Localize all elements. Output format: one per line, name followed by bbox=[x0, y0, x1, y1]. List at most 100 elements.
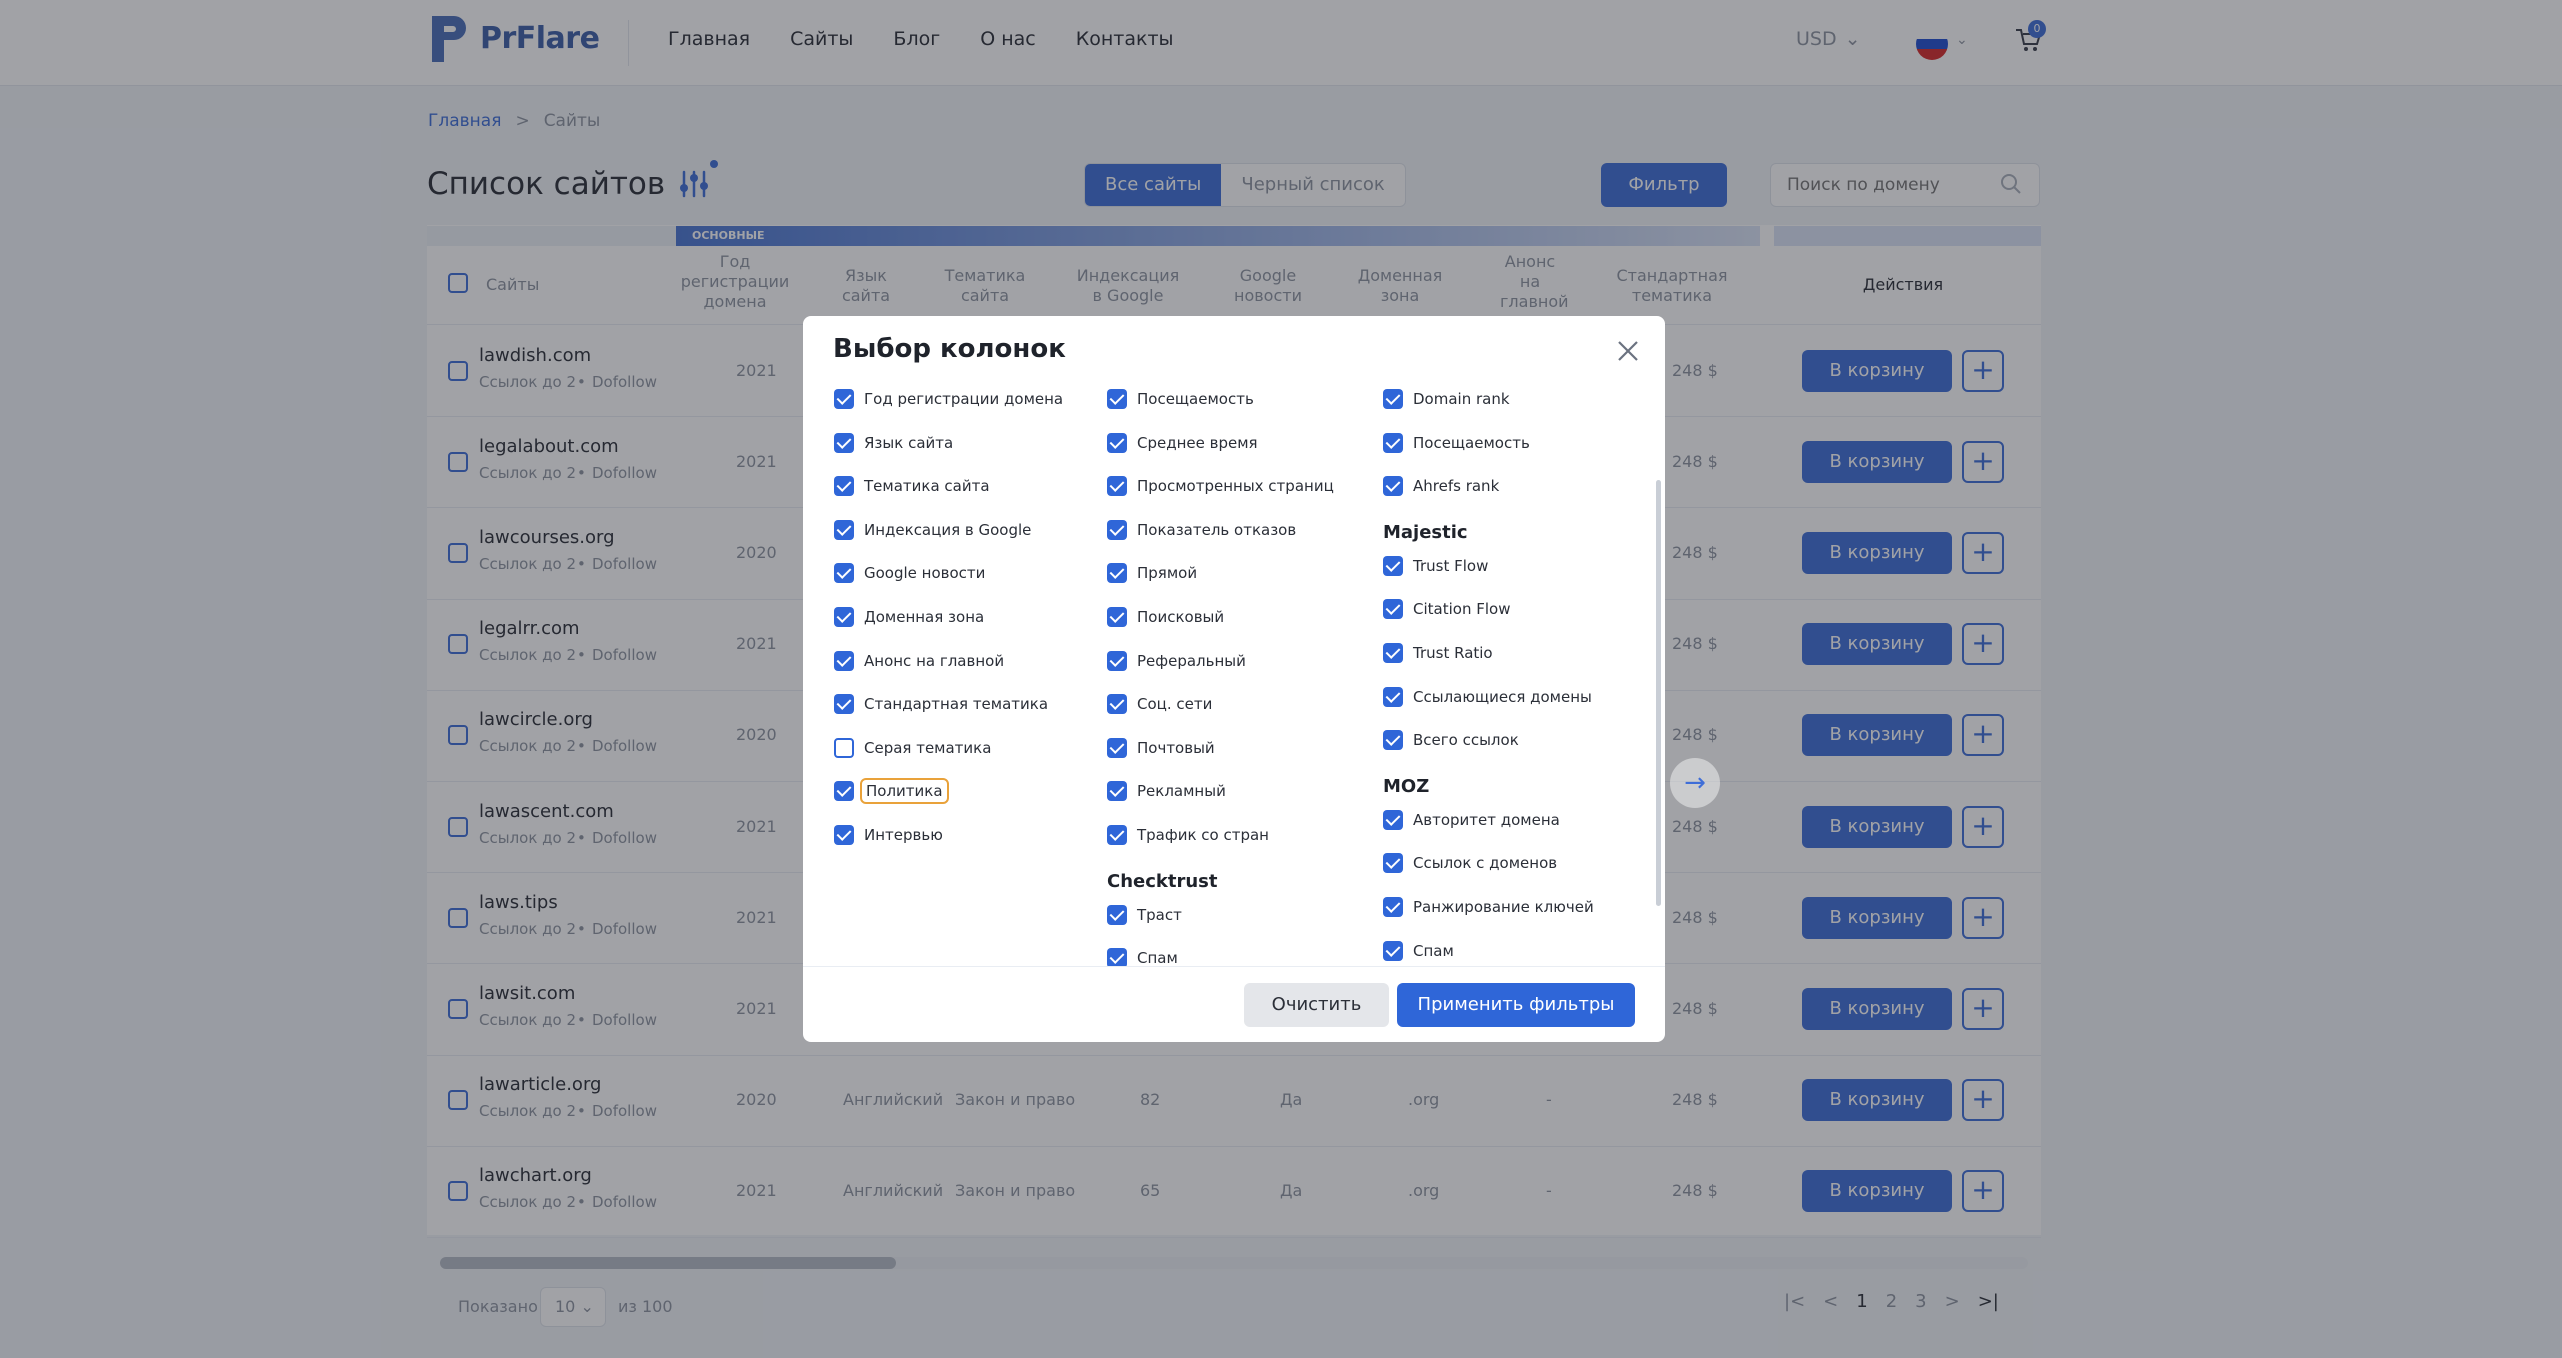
column-option[interactable]: Рекламный bbox=[1107, 781, 1226, 802]
column-option-label: Интервью bbox=[864, 826, 943, 844]
modal-scrollbar[interactable] bbox=[1656, 480, 1661, 906]
checkbox-checked[interactable] bbox=[1107, 825, 1127, 845]
checkbox-checked[interactable] bbox=[1383, 940, 1403, 961]
column-option[interactable]: Domain rank bbox=[1383, 389, 1510, 409]
scroll-right-arrow-icon[interactable]: → bbox=[1670, 758, 1720, 808]
column-option-label: Анонс на главной bbox=[864, 651, 1005, 670]
checkbox-checked[interactable] bbox=[1107, 519, 1127, 540]
column-option[interactable]: Доменная зона bbox=[834, 607, 984, 627]
column-option[interactable]: Серая тематика bbox=[834, 737, 992, 758]
checkbox-checked[interactable] bbox=[1107, 476, 1127, 497]
section-title-majestic: Majestic bbox=[1383, 521, 1468, 543]
column-option-label: Стандартная тематика bbox=[864, 695, 1049, 714]
column-option-label: Google новости bbox=[864, 564, 986, 583]
column-option[interactable]: Интервью bbox=[834, 825, 943, 845]
clear-button[interactable]: Очистить bbox=[1244, 983, 1389, 1027]
checkbox-checked[interactable] bbox=[1107, 607, 1127, 627]
checkbox-checked[interactable] bbox=[1383, 686, 1403, 707]
checkbox-checked[interactable] bbox=[1383, 730, 1403, 751]
checkbox-checked[interactable] bbox=[1107, 389, 1127, 409]
checkbox-checked[interactable] bbox=[834, 432, 854, 453]
column-option[interactable]: Просмотренных страниц bbox=[1107, 476, 1334, 497]
column-option[interactable]: Тематика сайта bbox=[834, 476, 990, 497]
checkbox-checked[interactable] bbox=[1383, 389, 1403, 409]
column-option-label: Поисковый bbox=[1137, 608, 1225, 626]
column-option-label: Ahrefs rank bbox=[1413, 477, 1500, 496]
column-option[interactable]: Реферальный bbox=[1107, 650, 1246, 671]
checkbox-checked[interactable] bbox=[1383, 643, 1403, 663]
column-option[interactable]: Индексация в Google bbox=[834, 519, 1032, 540]
checkbox-checked[interactable] bbox=[1107, 563, 1127, 584]
column-option[interactable]: Посещаемость bbox=[1383, 432, 1530, 453]
column-option[interactable]: Ahrefs rank bbox=[1383, 476, 1500, 497]
column-option[interactable]: Соц. сети bbox=[1107, 694, 1212, 715]
column-option-label: Реферальный bbox=[1137, 651, 1246, 670]
column-option[interactable]: Citation Flow bbox=[1383, 599, 1511, 620]
column-option[interactable]: Прямой bbox=[1107, 563, 1198, 584]
checkbox-checked[interactable] bbox=[1383, 599, 1403, 620]
column-option[interactable]: Trust Flow bbox=[1383, 555, 1489, 576]
checkbox-checked[interactable] bbox=[1107, 694, 1127, 715]
checkbox-checked[interactable] bbox=[1383, 853, 1403, 874]
column-option-label: Просмотренных страниц bbox=[1137, 477, 1334, 496]
column-option[interactable]: Спам bbox=[1383, 940, 1454, 961]
column-option[interactable]: Показатель отказов bbox=[1107, 519, 1296, 540]
column-option-label: Индексация в Google bbox=[864, 520, 1032, 539]
column-option[interactable]: Трафик со стран bbox=[1107, 825, 1269, 845]
close-icon[interactable] bbox=[1615, 338, 1641, 364]
checkbox-checked[interactable] bbox=[1383, 432, 1403, 453]
column-option-label: Citation Flow bbox=[1413, 600, 1511, 619]
column-option[interactable]: Год регистрации домена bbox=[834, 389, 1063, 409]
checkbox-checked[interactable] bbox=[1383, 555, 1403, 576]
column-option-label: Ссылающиеся домены bbox=[1413, 687, 1592, 706]
checkbox-checked[interactable] bbox=[1383, 476, 1403, 497]
checkbox-checked[interactable] bbox=[1383, 809, 1403, 830]
column-option-label: Прямой bbox=[1137, 564, 1198, 583]
checkbox-checked[interactable] bbox=[834, 650, 854, 671]
column-option[interactable]: Всего ссылок bbox=[1383, 730, 1519, 751]
column-option[interactable]: Среднее время bbox=[1107, 432, 1258, 453]
checkbox-checked[interactable] bbox=[834, 563, 854, 584]
column-option-label: Спам bbox=[1413, 941, 1454, 960]
column-option[interactable]: Анонс на главной bbox=[834, 650, 1005, 671]
checkbox-checked[interactable] bbox=[834, 825, 854, 845]
column-option-label: Трафик со стран bbox=[1137, 826, 1269, 844]
column-option-label: Trust Flow bbox=[1413, 556, 1489, 575]
column-option[interactable]: Авторитет домена bbox=[1383, 809, 1560, 830]
checkbox-checked[interactable] bbox=[1107, 781, 1127, 802]
column-option-label: Авторитет домена bbox=[1413, 810, 1560, 829]
column-option[interactable]: Язык сайта bbox=[834, 432, 954, 453]
checkbox-checked[interactable] bbox=[1107, 904, 1127, 925]
checkbox-checked[interactable] bbox=[1107, 948, 1127, 966]
checkbox-checked[interactable] bbox=[834, 607, 854, 627]
column-option[interactable]: Google новости bbox=[834, 563, 986, 584]
column-option[interactable]: Посещаемость bbox=[1107, 389, 1254, 409]
column-option[interactable]: Ссылающиеся домены bbox=[1383, 686, 1592, 707]
column-select-modal: Выбор колонок Год регистрации домена Язы… bbox=[803, 316, 1665, 1042]
checkbox-checked[interactable] bbox=[1107, 650, 1127, 671]
column-option[interactable]: Спам bbox=[1107, 948, 1178, 966]
column-option[interactable]: Политика bbox=[834, 778, 949, 805]
checkbox-checked[interactable] bbox=[834, 694, 854, 715]
column-option-label: Язык сайта bbox=[864, 433, 954, 452]
column-option-label: Почтовый bbox=[1137, 738, 1215, 757]
apply-filters-button[interactable]: Применить фильтры bbox=[1397, 983, 1635, 1027]
checkbox-checked[interactable] bbox=[834, 476, 854, 497]
checkbox-checked[interactable] bbox=[834, 389, 854, 409]
column-option[interactable]: Траст bbox=[1107, 904, 1182, 925]
column-option-label: Серая тематика bbox=[864, 738, 992, 757]
column-option-label: Траст bbox=[1137, 905, 1182, 924]
checkbox-checked[interactable] bbox=[834, 519, 854, 540]
column-option[interactable]: Trust Ratio bbox=[1383, 643, 1493, 663]
column-option[interactable]: Ссылок с доменов bbox=[1383, 853, 1557, 874]
checkbox-checked[interactable] bbox=[1107, 737, 1127, 758]
column-option[interactable]: Ранжирование ключей bbox=[1383, 897, 1594, 917]
checkbox-checked[interactable] bbox=[834, 781, 854, 802]
column-option[interactable]: Поисковый bbox=[1107, 607, 1224, 627]
checkbox-unchecked[interactable] bbox=[834, 737, 854, 758]
modal-scroll-area[interactable]: Год регистрации домена Язык сайта Темати… bbox=[803, 380, 1665, 966]
checkbox-checked[interactable] bbox=[1107, 432, 1127, 453]
column-option[interactable]: Почтовый bbox=[1107, 737, 1215, 758]
checkbox-checked[interactable] bbox=[1383, 897, 1403, 917]
column-option[interactable]: Стандартная тематика bbox=[834, 694, 1049, 715]
